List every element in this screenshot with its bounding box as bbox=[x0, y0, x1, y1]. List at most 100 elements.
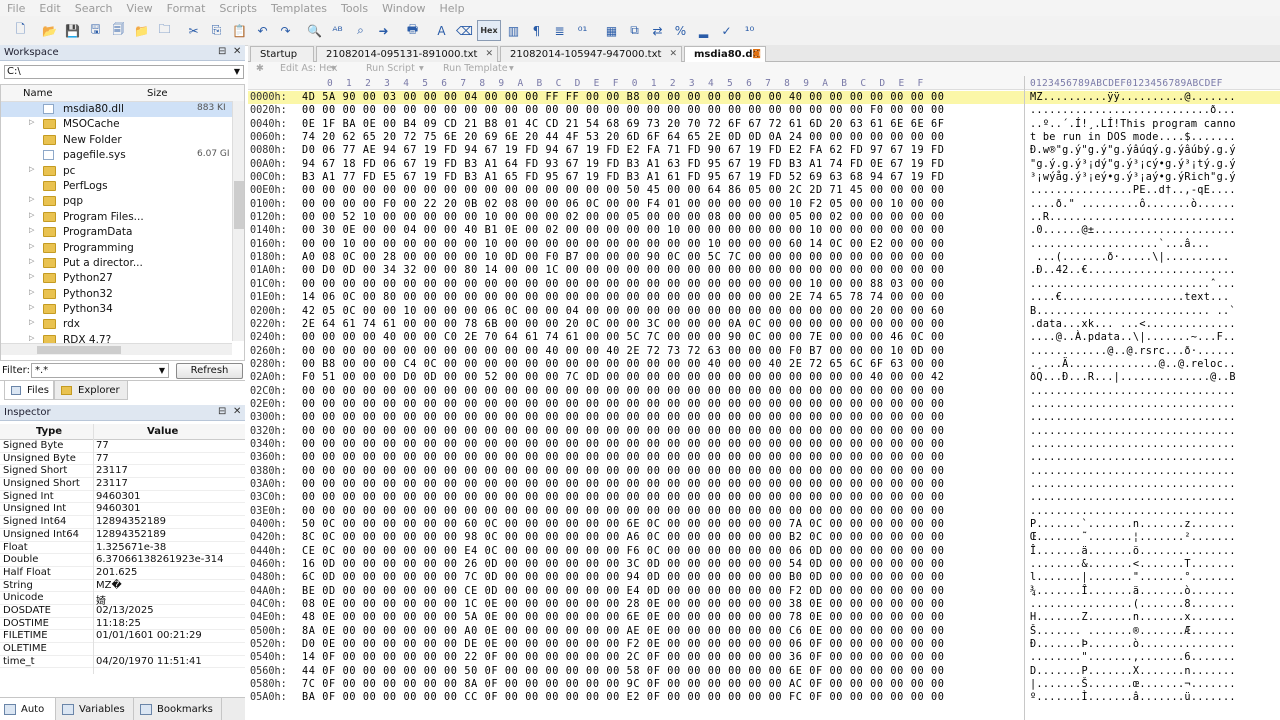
hex-bytes[interactable]: 00 00 00 00 00 00 00 00 00 00 00 00 00 0… bbox=[302, 479, 945, 490]
inspector-row[interactable]: Unsigned Int64 12894352189 bbox=[0, 529, 245, 542]
menu-tools[interactable]: Tools bbox=[334, 2, 375, 15]
undo-icon[interactable]: ↶ bbox=[252, 20, 273, 41]
hex-row[interactable]: 0480h: 6C 0D 00 00 00 00 00 00 7C 0D 00 0… bbox=[248, 571, 1280, 584]
expand-arrow-icon[interactable]: ▷ bbox=[29, 211, 34, 219]
hex-row[interactable]: 0420h: 8C 0C 00 00 00 00 00 00 98 0C 00 0… bbox=[248, 531, 1280, 544]
ascii-text[interactable]: D.......P.......X.......n....... bbox=[1030, 666, 1236, 677]
inspector-row[interactable]: Unsigned Int 9460301 bbox=[0, 503, 245, 517]
scrollbar-thumb[interactable] bbox=[37, 346, 121, 354]
hex-bytes[interactable]: 14 06 0C 00 80 00 00 00 00 00 00 00 00 0… bbox=[302, 292, 945, 303]
hex-row[interactable]: 0500h: 8A 0E 00 00 00 00 00 00 A0 0E 00 0… bbox=[248, 625, 1280, 638]
ascii-text[interactable]: |.......Š.......œ.......¬....... bbox=[1030, 679, 1236, 690]
tab-explorer[interactable]: Explorer bbox=[54, 381, 128, 400]
expand-arrow-icon[interactable]: ▷ bbox=[29, 257, 34, 265]
base-convert-icon[interactable]: ¹⁰ bbox=[739, 20, 760, 41]
file-list-item[interactable]: pagefile.sys 6.07 GI bbox=[1, 148, 244, 163]
hex-bytes[interactable]: 94 67 18 FD 06 67 19 FD B3 A1 64 FD 93 6… bbox=[302, 159, 945, 170]
calculator-icon[interactable]: ▦ bbox=[601, 20, 622, 41]
doc-tab[interactable]: 21082014-105947-947000.txt ✕ bbox=[500, 46, 682, 62]
hex-bytes[interactable]: 7C 0F 00 00 00 00 00 00 8A 0F 00 00 00 0… bbox=[302, 679, 945, 690]
menu-help[interactable]: Help bbox=[432, 2, 471, 15]
hex-row[interactable]: 00E0h: 00 00 00 00 00 00 00 00 00 00 00 0… bbox=[248, 184, 1280, 197]
file-list-item[interactable]: PerfLogs bbox=[1, 179, 244, 194]
doc-tab[interactable]: msdia80.dll ◙ bbox=[684, 46, 766, 63]
workspace-path-select[interactable]: C:\ ▼ bbox=[4, 65, 244, 79]
hex-bytes[interactable]: 00 00 00 00 F0 00 22 20 0B 02 08 00 00 0… bbox=[302, 199, 945, 210]
hex-row[interactable]: 0300h: 00 00 00 00 00 00 00 00 00 00 00 0… bbox=[248, 411, 1280, 424]
hex-bytes[interactable]: 44 0F 00 00 00 00 00 00 50 0F 00 00 00 0… bbox=[302, 666, 945, 677]
hex-row[interactable]: 0240h: 00 00 00 00 40 00 00 C0 2E 70 64 6… bbox=[248, 331, 1280, 344]
hex-bytes[interactable]: 8C 0C 00 00 00 00 00 00 98 0C 00 00 00 0… bbox=[302, 532, 945, 543]
expand-arrow-icon[interactable]: ▷ bbox=[29, 195, 34, 203]
hex-bytes[interactable]: 00 00 52 10 00 00 00 00 00 10 00 00 00 0… bbox=[302, 212, 945, 223]
ascii-text[interactable]: t be run in DOS mode....$....... bbox=[1030, 132, 1236, 143]
inspector-row[interactable]: Unsigned Byte 77 bbox=[0, 453, 245, 466]
expand-arrow-icon[interactable]: ▷ bbox=[29, 242, 34, 250]
file-list-item[interactable]: ▷ Python27 bbox=[1, 271, 244, 286]
hex-bytes[interactable]: 16 0D 00 00 00 00 00 00 26 0D 00 00 00 0… bbox=[302, 559, 945, 570]
expand-arrow-icon[interactable]: ▷ bbox=[29, 272, 34, 280]
percent-icon[interactable]: % bbox=[670, 20, 691, 41]
refresh-button[interactable]: Refresh bbox=[176, 363, 243, 379]
close-icon[interactable]: ✕ bbox=[233, 46, 241, 57]
ascii-text[interactable]: ðQ...Ð...R...|..............@..B bbox=[1030, 372, 1236, 383]
hex-row[interactable]: 0160h: 00 00 10 00 00 00 00 00 00 10 00 0… bbox=[248, 238, 1280, 251]
col-type-header[interactable]: Type bbox=[36, 426, 62, 437]
file-list-item[interactable]: ▷ rdx bbox=[1, 317, 244, 332]
hex-bytes[interactable]: 2E 64 61 74 61 00 00 00 78 6B 00 00 00 2… bbox=[302, 319, 945, 330]
print-icon[interactable]: 🖶 bbox=[402, 20, 423, 41]
run-script-dropdown[interactable]: Run Script bbox=[366, 63, 415, 74]
close-tab-icon[interactable]: ◙ bbox=[752, 47, 761, 62]
menu-edit[interactable]: Edit bbox=[32, 2, 67, 15]
ascii-text[interactable]: ..R............................. bbox=[1030, 212, 1236, 223]
expand-arrow-icon[interactable]: ▷ bbox=[29, 334, 34, 342]
new-file-icon[interactable]: 🗋 bbox=[10, 20, 31, 41]
hex-row[interactable]: 0580h: 7C 0F 00 00 00 00 00 00 8A 0F 00 0… bbox=[248, 678, 1280, 691]
hex-row[interactable]: 00A0h: 94 67 18 FD 06 67 19 FD B3 A1 64 F… bbox=[248, 158, 1280, 171]
hex-row[interactable]: 01A0h: 00 D0 0D 00 34 32 00 00 80 14 00 0… bbox=[248, 264, 1280, 277]
edit-as-dropdown[interactable]: Edit As: Hex bbox=[280, 63, 338, 74]
hex-bytes[interactable]: 00 B8 00 00 00 C4 0C 00 00 00 00 00 00 0… bbox=[302, 359, 945, 370]
inspector-row[interactable]: Float 1.325671e-38 bbox=[0, 542, 245, 555]
hex-bytes[interactable]: 0E 1F BA 0E 00 B4 09 CD 21 B8 01 4C CD 2… bbox=[302, 119, 945, 130]
ascii-text[interactable]: ............@..@.rsrc...ð·...... bbox=[1030, 346, 1236, 357]
open-file-icon[interactable]: 📁 bbox=[131, 20, 152, 41]
hex-bytes[interactable]: 00 00 00 00 00 00 00 00 00 00 00 00 00 0… bbox=[302, 426, 945, 437]
ascii-text[interactable]: H.......Z.......n.......x....... bbox=[1030, 612, 1236, 623]
expand-arrow-icon[interactable]: ▷ bbox=[29, 118, 34, 126]
hex-bytes[interactable]: 6C 0D 00 00 00 00 00 00 7C 0D 00 00 00 0… bbox=[302, 572, 945, 583]
inspector-row[interactable]: Unicode 婍 bbox=[0, 592, 245, 607]
ascii-text[interactable]: ........".......,.......6....... bbox=[1030, 652, 1236, 663]
hex-bytes[interactable]: 00 00 00 00 00 00 00 00 00 00 00 00 00 0… bbox=[302, 185, 945, 196]
inspector-row[interactable]: time_t 04/20/1970 11:51:41 bbox=[0, 656, 245, 669]
hex-row[interactable]: 0440h: CE 0C 00 00 00 00 00 00 E4 0C 00 0… bbox=[248, 545, 1280, 558]
ascii-text[interactable]: .data...xk... ...<.............. bbox=[1030, 319, 1236, 330]
hex-row[interactable]: 02E0h: 00 00 00 00 00 00 00 00 00 00 00 0… bbox=[248, 398, 1280, 411]
hex-row[interactable]: 0040h: 0E 1F BA 0E 00 B4 09 CD 21 B8 01 4… bbox=[248, 118, 1280, 131]
hex-row[interactable]: 0020h: 00 00 00 00 00 00 00 00 00 00 00 0… bbox=[248, 104, 1280, 117]
hex-row[interactable]: 0360h: 00 00 00 00 00 00 00 00 00 00 00 0… bbox=[248, 451, 1280, 464]
hex-bytes[interactable]: 00 00 10 00 00 00 00 00 00 10 00 00 00 0… bbox=[302, 239, 945, 250]
menu-search[interactable]: Search bbox=[68, 2, 120, 15]
hex-bytes[interactable]: CE 0C 00 00 00 00 00 00 E4 0C 00 00 00 0… bbox=[302, 546, 945, 557]
hex-row[interactable]: 03C0h: 00 00 00 00 00 00 00 00 00 00 00 0… bbox=[248, 491, 1280, 504]
file-list-item[interactable]: ▷ pqp bbox=[1, 194, 244, 209]
expand-arrow-icon[interactable]: ▷ bbox=[29, 288, 34, 296]
ascii-text[interactable]: ................................ bbox=[1030, 506, 1236, 517]
save-icon[interactable]: 💾 bbox=[62, 20, 83, 41]
hex-bytes[interactable]: BE 0D 00 00 00 00 00 00 CE 0D 00 00 00 0… bbox=[302, 586, 945, 597]
hex-row[interactable]: 04C0h: 08 0E 00 00 00 00 00 00 1C 0E 00 0… bbox=[248, 598, 1280, 611]
col-value-header[interactable]: Value bbox=[147, 426, 178, 437]
ascii-text[interactable]: ............................ˆ... bbox=[1030, 279, 1236, 290]
hex-row[interactable]: 01C0h: 00 00 00 00 00 00 00 00 00 00 00 0… bbox=[248, 278, 1280, 291]
compare-icon[interactable]: ⧉ bbox=[624, 20, 645, 41]
ascii-text[interactable]: ................(.......8....... bbox=[1030, 599, 1236, 610]
ascii-text[interactable]: ¾.......Î.......ä.......ò....... bbox=[1030, 586, 1236, 597]
hex-bytes[interactable]: F0 51 00 00 00 D0 0D 00 00 52 00 00 00 7… bbox=[302, 372, 945, 383]
hex-row[interactable]: 0080h: D0 06 77 AE 94 67 19 FD 94 67 19 F… bbox=[248, 144, 1280, 157]
hex-bytes[interactable]: BA 0F 00 00 00 00 00 00 CC 0F 00 00 00 0… bbox=[302, 692, 945, 703]
redo-icon[interactable]: ↷ bbox=[275, 20, 296, 41]
hex-row[interactable]: 0280h: 00 B8 00 00 00 C4 0C 00 00 00 00 0… bbox=[248, 358, 1280, 371]
expand-arrow-icon[interactable]: ▷ bbox=[29, 318, 34, 326]
hex-bytes[interactable]: 00 00 00 00 00 00 00 00 00 00 00 00 00 0… bbox=[302, 399, 945, 410]
